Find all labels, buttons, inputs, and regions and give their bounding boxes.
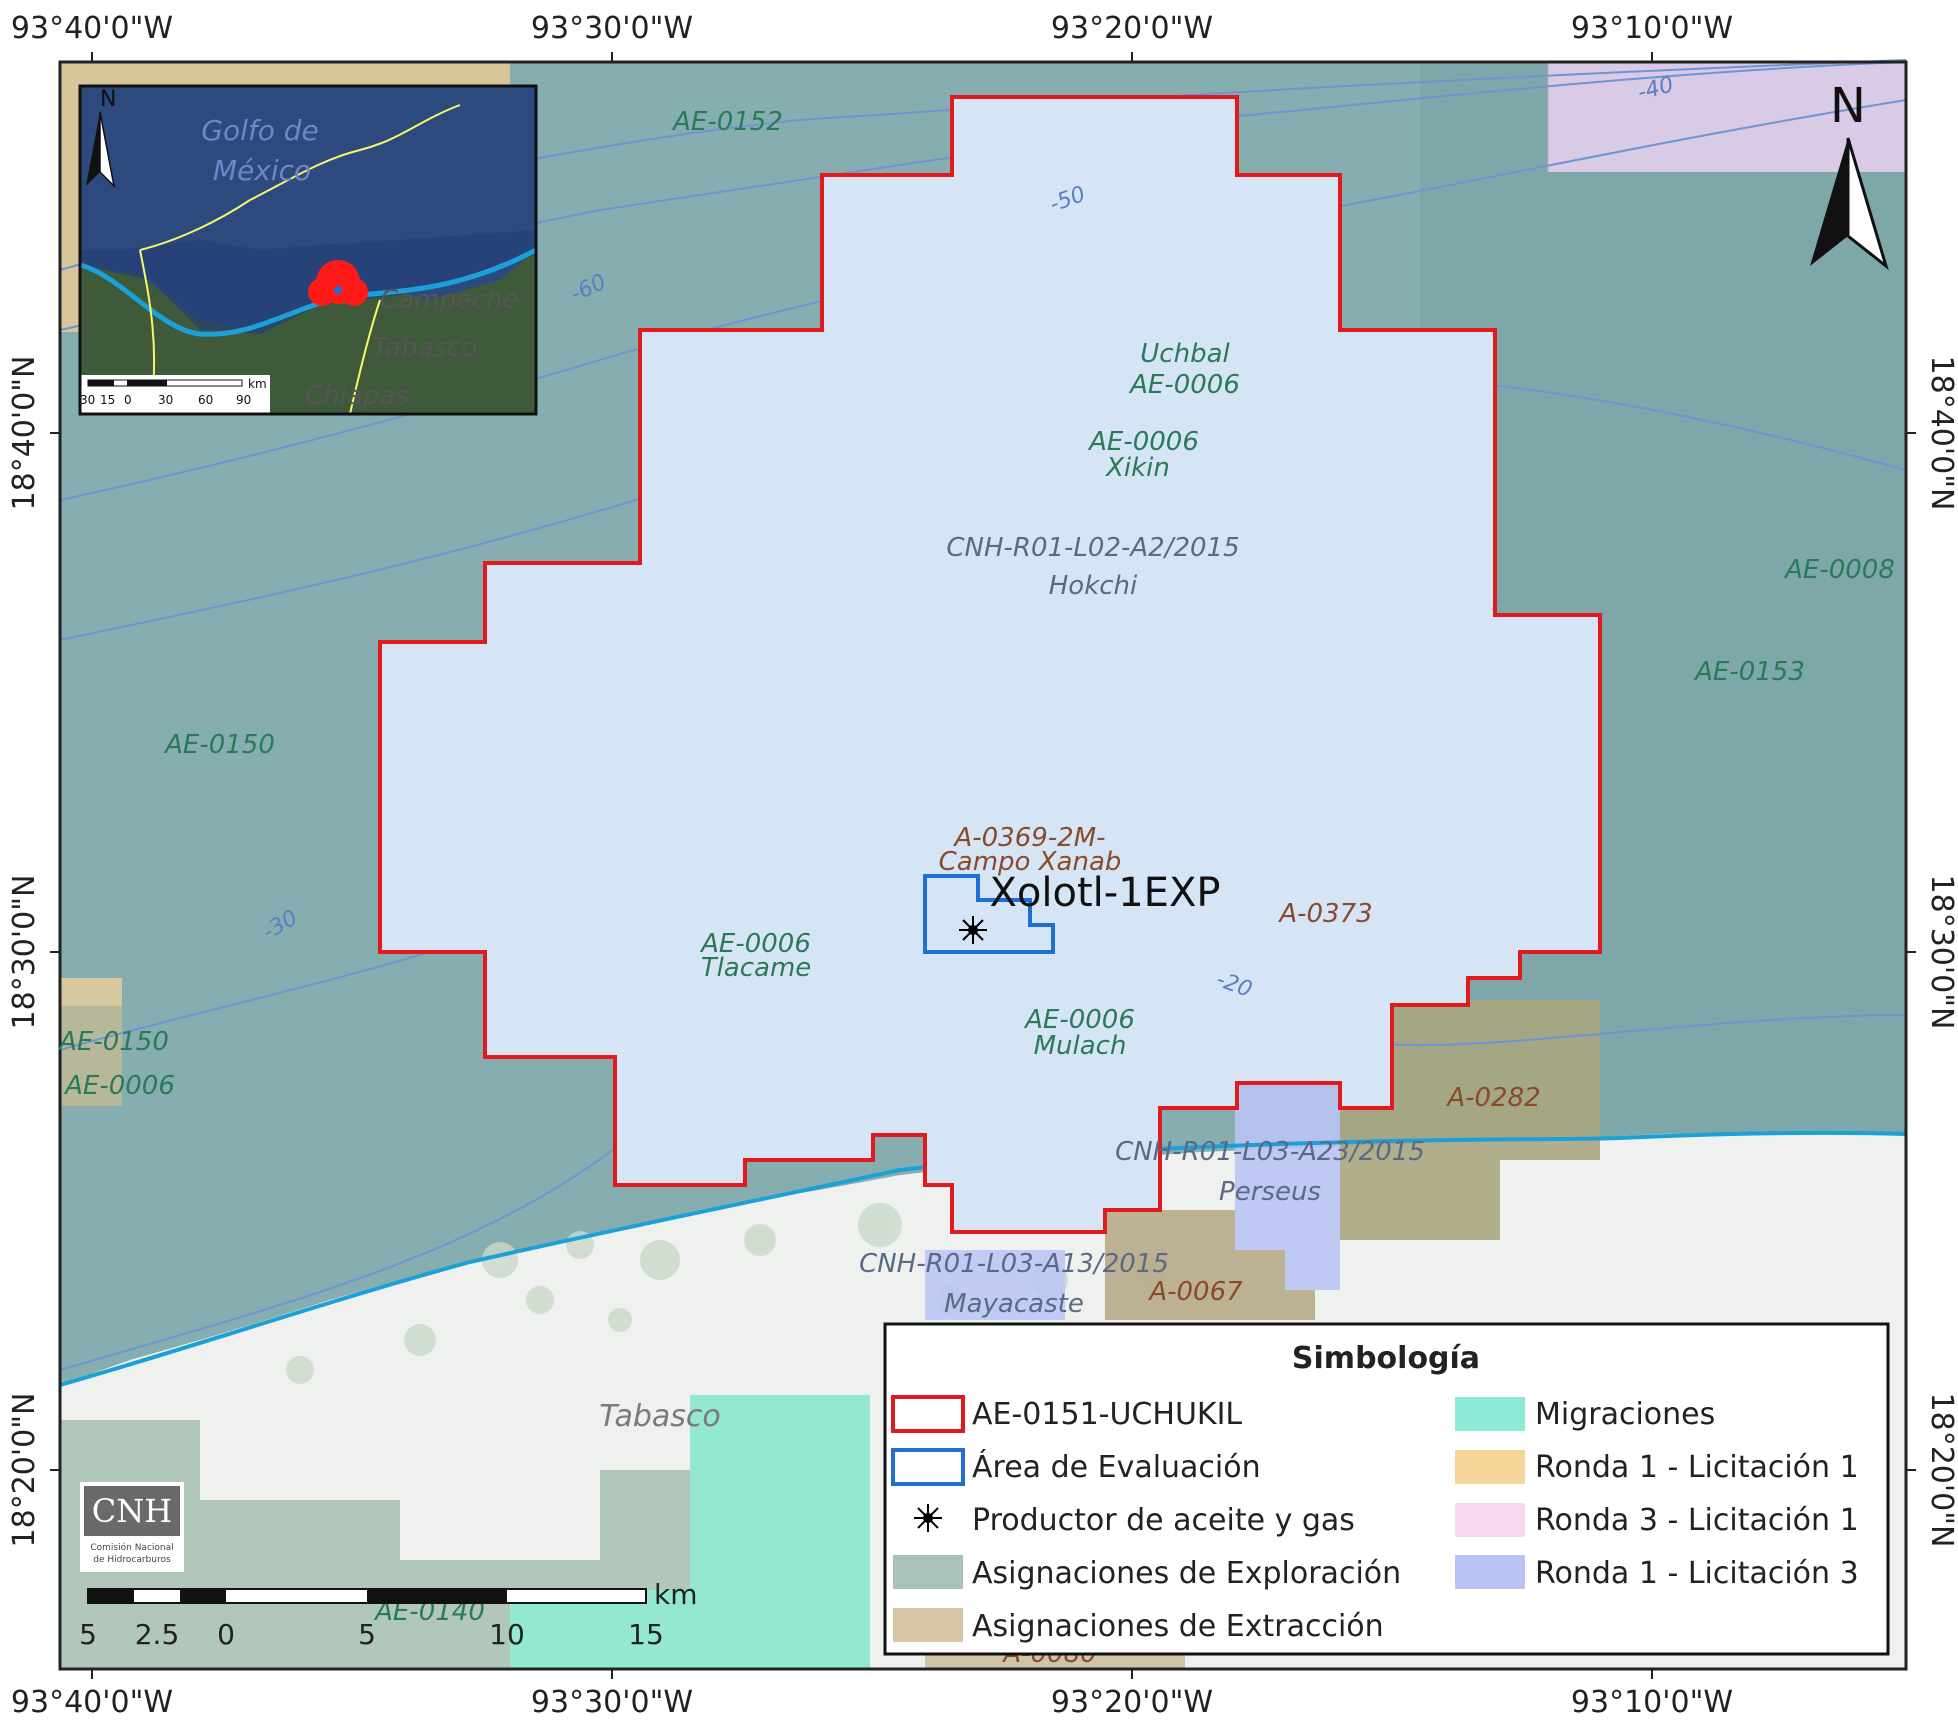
legend-title: Simbología bbox=[1292, 1341, 1480, 1376]
coord-left-3: 18°20'0"N bbox=[7, 1393, 42, 1548]
label-mulach: Mulach bbox=[1034, 1031, 1127, 1061]
label-mayacaste-code: CNH-R01-L03-A13/2015 bbox=[859, 1249, 1169, 1279]
coord-top-3: 93°20'0"W bbox=[1051, 11, 1213, 46]
legend-swatch-migraciones bbox=[1455, 1397, 1525, 1431]
label-ae0006-uchbal: AE-0006 bbox=[1128, 370, 1240, 400]
svg-text:Comisión Nacional: Comisión Nacional bbox=[90, 1542, 173, 1553]
cnh-logo: CNH Comisión Nacional de Hidrocarburos bbox=[80, 1482, 184, 1572]
label-xikin: Xikin bbox=[1104, 453, 1170, 483]
inset-gulf-label-2: México bbox=[213, 154, 311, 187]
inset-north-letter: N bbox=[100, 87, 116, 112]
inset-scale-unit: km bbox=[248, 377, 267, 391]
svg-text:CNH: CNH bbox=[92, 1492, 172, 1530]
label-tlacame: Tlacame bbox=[701, 953, 812, 983]
svg-text:N: N bbox=[1830, 78, 1866, 134]
legend-swatch-r1l3 bbox=[1455, 1555, 1525, 1589]
label-perseus: Perseus bbox=[1219, 1177, 1321, 1207]
legend-label-uchukil: AE-0151-UCHUKIL bbox=[972, 1397, 1242, 1432]
coord-bottom-4: 93°10'0"W bbox=[1571, 1685, 1733, 1720]
label-a0282: A-0282 bbox=[1445, 1083, 1540, 1113]
coord-left-1: 18°40'0"N bbox=[7, 356, 42, 511]
svg-text:15: 15 bbox=[628, 1618, 664, 1651]
svg-text:5: 5 bbox=[79, 1618, 97, 1651]
svg-text:30: 30 bbox=[80, 393, 95, 407]
legend-label-r3l1: Ronda 3 - Licitación 1 bbox=[1535, 1503, 1859, 1538]
inset-map: Golfo de México Campeche Tabasco Chiapas… bbox=[78, 84, 538, 416]
label-hokchi-code: CNH-R01-L02-A2/2015 bbox=[946, 533, 1239, 563]
legend-label-extraccion: Asignaciones de Extracción bbox=[972, 1609, 1384, 1644]
label-mayacaste: Mayacaste bbox=[944, 1289, 1084, 1319]
coord-right-1: 18°40'0"N bbox=[1924, 356, 1958, 511]
label-ae0153: AE-0153 bbox=[1693, 657, 1805, 687]
inset-gulf-label-1: Golfo de bbox=[201, 114, 319, 147]
label-hokchi: Hokchi bbox=[1049, 571, 1138, 601]
label-ae0150-left: AE-0150 bbox=[57, 1027, 169, 1057]
inset-tabasco-label: Tabasco bbox=[372, 333, 477, 363]
svg-text:15: 15 bbox=[100, 393, 115, 407]
map-canvas: 93°40'0"W 93°30'0"W 93°20'0"W 93°10'0"W … bbox=[7, 11, 1958, 1720]
left-ext-block bbox=[60, 978, 122, 1006]
legend-swatch-r3l1 bbox=[1455, 1503, 1525, 1537]
coord-bottom-1: 93°40'0"W bbox=[11, 1685, 173, 1720]
svg-text:de Hidrocarburos: de Hidrocarburos bbox=[93, 1555, 171, 1565]
label-ae0008: AE-0008 bbox=[1783, 555, 1895, 585]
legend-swatch-extraccion bbox=[893, 1608, 963, 1642]
legend-label-productor: Productor de aceite y gas bbox=[972, 1503, 1355, 1538]
svg-text:0: 0 bbox=[217, 1618, 235, 1651]
svg-text:10: 10 bbox=[489, 1618, 525, 1651]
label-ae0150: AE-0150 bbox=[163, 730, 275, 760]
legend-label-r1l1: Ronda 1 - Licitación 1 bbox=[1535, 1450, 1859, 1485]
label-xolotl-well: Xolotl-1EXP bbox=[990, 870, 1221, 916]
scale-unit: km bbox=[654, 1578, 698, 1611]
coord-top-2: 93°30'0"W bbox=[531, 11, 693, 46]
legend-label-migraciones: Migraciones bbox=[1535, 1397, 1715, 1432]
legend-swatch-r1l1 bbox=[1455, 1450, 1525, 1484]
label-ae0006-left: AE-0006 bbox=[63, 1071, 175, 1101]
legend-label-exploracion: Asignaciones de Exploración bbox=[972, 1556, 1401, 1591]
svg-text:5: 5 bbox=[358, 1618, 376, 1651]
legend-producer-icon bbox=[914, 1504, 942, 1532]
coord-left-2: 18°30'0"N bbox=[7, 875, 42, 1030]
svg-text:90: 90 bbox=[236, 393, 251, 407]
coord-right-3: 18°20'0"N bbox=[1924, 1393, 1958, 1548]
coord-right-2: 18°30'0"N bbox=[1924, 875, 1958, 1030]
label-ae0152: AE-0152 bbox=[671, 107, 783, 137]
svg-text:30: 30 bbox=[158, 393, 173, 407]
svg-text:60: 60 bbox=[198, 393, 213, 407]
coord-top-4: 93°10'0"W bbox=[1571, 11, 1733, 46]
label-a0373: A-0373 bbox=[1277, 899, 1372, 929]
inset-campeche-label: Campeche bbox=[380, 285, 519, 315]
coord-top-1: 93°40'0"W bbox=[11, 11, 173, 46]
inset-chiapas-label: Chiapas bbox=[305, 381, 409, 411]
svg-text:0: 0 bbox=[124, 393, 132, 407]
legend-label-evaluacion: Área de Evaluación bbox=[972, 1449, 1261, 1485]
label-a0067: A-0067 bbox=[1147, 1277, 1243, 1307]
legend: Simbología AE-0151-UCHUKIL Área de Evalu… bbox=[883, 1322, 1890, 1656]
label-uchbal: Uchbal bbox=[1140, 339, 1230, 369]
legend-swatch-exploracion bbox=[893, 1555, 963, 1589]
label-tabasco: Tabasco bbox=[599, 1399, 720, 1434]
legend-label-r1l3: Ronda 1 - Licitación 3 bbox=[1535, 1556, 1859, 1591]
producer-well-icon bbox=[959, 916, 987, 944]
svg-text:2.5: 2.5 bbox=[135, 1618, 180, 1651]
coord-bottom-2: 93°30'0"W bbox=[531, 1685, 693, 1720]
coord-bottom-3: 93°20'0"W bbox=[1051, 1685, 1213, 1720]
label-perseus-code: CNH-R01-L03-A23/2015 bbox=[1115, 1137, 1425, 1167]
